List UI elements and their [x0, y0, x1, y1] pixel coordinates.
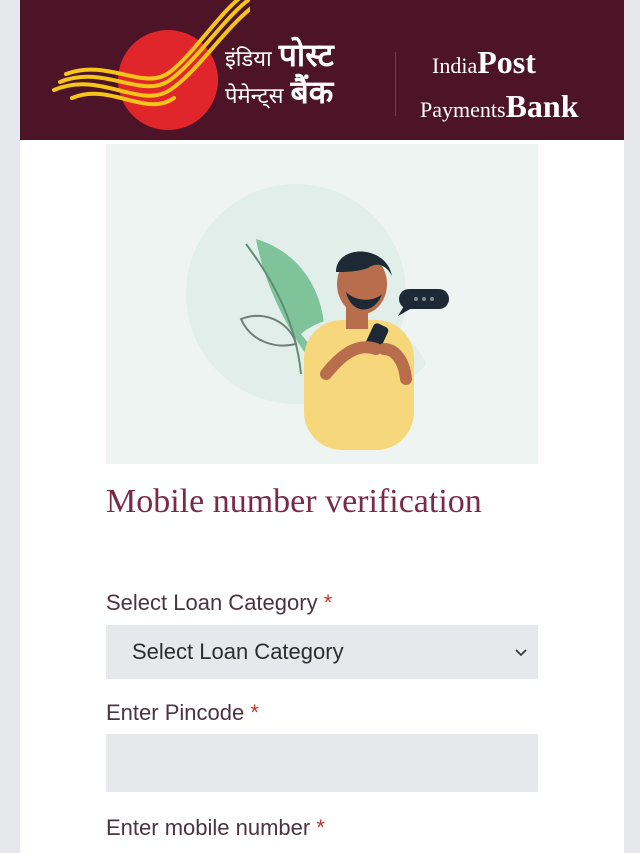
mobile-number-label: Enter mobile number *	[106, 815, 325, 841]
chevron-down-icon	[515, 649, 527, 657]
pincode-label: Enter Pincode *	[106, 700, 259, 726]
header-bar: इंडिया पोस्ट पेमेन्ट्स बैंक IndiaPost Pa…	[20, 0, 624, 140]
person-using-phone-illustration	[186, 184, 449, 450]
brand-payments-text: Payments	[420, 97, 506, 122]
india-post-logo-icon	[52, 0, 250, 130]
brand-india-text: India	[432, 53, 478, 78]
page-title: Mobile number verification	[106, 483, 482, 520]
hindi-brand-name: इंडिया पोस्ट पेमेन्ट्स बैंक	[225, 39, 375, 114]
loan-category-label-text: Select Loan Category	[106, 590, 318, 615]
hindi-india-text: इंडिया	[225, 47, 272, 72]
hindi-payments-text: पेमेन्ट्स	[225, 84, 284, 109]
illustration-panel	[106, 144, 538, 464]
pincode-label-text: Enter Pincode	[106, 700, 245, 725]
brand-post-text: Post	[477, 44, 536, 80]
required-mark: *	[316, 815, 325, 840]
form-card: Mobile number verification Select Loan C…	[20, 140, 624, 853]
loan-category-select[interactable]: Select Loan Category	[106, 625, 538, 679]
loan-category-label: Select Loan Category *	[106, 590, 332, 616]
hindi-bank-text: बैंक	[290, 73, 334, 111]
brand-bank-text: Bank	[505, 88, 579, 124]
header-divider	[395, 52, 396, 116]
loan-category-selected-value: Select Loan Category	[132, 639, 344, 664]
required-mark: *	[250, 700, 259, 725]
pincode-input[interactable]	[106, 734, 538, 792]
english-brand-name: IndiaPost PaymentsBank	[420, 42, 620, 130]
mobile-number-label-text: Enter mobile number	[106, 815, 311, 840]
required-mark: *	[323, 590, 333, 615]
hindi-post-text: पोस्ट	[278, 36, 334, 74]
